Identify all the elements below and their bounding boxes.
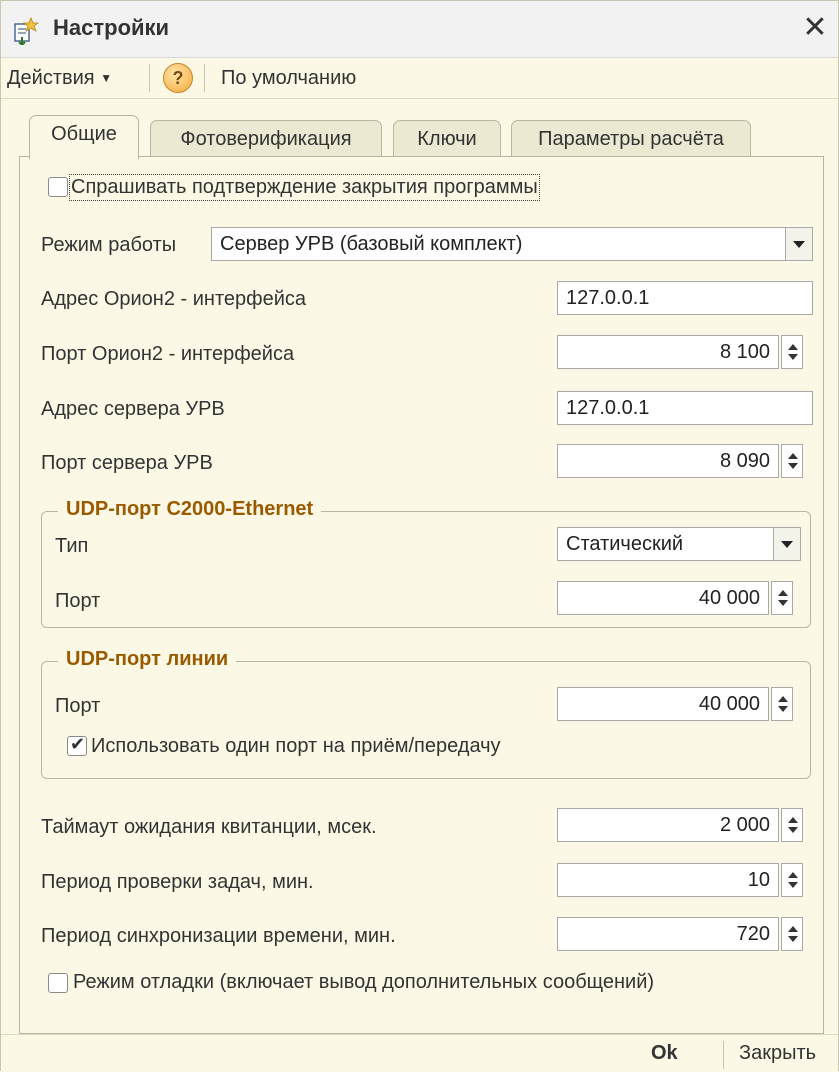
line-port-spinner[interactable] [771,687,793,721]
toolbar: Действия ▼ ? По умолчанию [1,58,838,99]
urv-address-label: Адрес сервера УРВ [41,398,225,420]
mode-select[interactable]: Сервер УРВ (базовый комплект) [211,227,787,261]
single-port-checkbox[interactable] [67,734,87,756]
tab-calc-params[interactable]: Параметры расчёта [511,120,751,156]
orion-address-label: Адрес Орион2 - интерфейса [41,288,306,310]
orion-port-label: Порт Орион2 - интерфейса [41,343,295,365]
toolbar-separator [149,64,150,92]
urv-address-input[interactable]: 127.0.0.1 [557,391,813,425]
close-button[interactable]: Закрыть [739,1035,816,1072]
settings-form-icon [14,16,40,45]
time-sync-label: Период синхронизации времени, мин. [41,925,396,947]
confirm-close-checkbox[interactable] [48,177,68,197]
mode-dropdown-button[interactable] [785,227,813,261]
debug-mode-label[interactable]: Режим отладки (включает вывод дополнител… [73,971,654,994]
actions-menu-button[interactable]: Действия ▼ [7,62,112,94]
ok-button[interactable]: Ok [651,1035,678,1072]
dialog-footer: Ok Закрыть [1,1034,838,1072]
c2000-type-dropdown-button[interactable] [773,527,801,561]
c2000-type-label: Тип [55,535,89,557]
udp-line-group-title: UDP-порт линии [58,648,237,671]
tab-keys[interactable]: Ключи [393,120,501,156]
settings-window: Настройки ✕ Действия ▼ ? По умолчанию Об… [0,0,839,1072]
time-sync-input[interactable]: 720 [557,917,779,951]
help-icon[interactable]: ? [163,63,193,93]
urv-port-label: Порт сервера УРВ [41,452,213,474]
actions-menu-label: Действия [7,67,95,89]
c2000-port-input[interactable]: 40 000 [557,581,769,615]
mode-label: Режим работы [41,234,177,256]
time-sync-spinner[interactable] [781,917,803,951]
orion-address-input[interactable]: 127.0.0.1 [557,281,813,315]
urv-port-input[interactable]: 8 090 [557,444,779,478]
line-port-input[interactable]: 40 000 [557,687,769,721]
ack-timeout-spinner[interactable] [781,808,803,842]
toolbar-separator [204,64,205,92]
close-window-button[interactable]: ✕ [800,11,830,45]
udp-c2000-group-title: UDP-порт С2000-Ethernet [58,498,322,521]
c2000-port-spinner[interactable] [771,581,793,615]
orion-port-input[interactable]: 8 100 [557,335,779,369]
urv-port-spinner[interactable] [781,444,803,478]
footer-separator [723,1041,724,1069]
tab-general[interactable]: Общие [29,115,139,159]
confirm-close-label[interactable]: Спрашивать подтверждение закрытия програ… [69,174,540,201]
orion-port-spinner[interactable] [781,335,803,369]
tab-photo-verification[interactable]: Фотоверификация [150,120,382,156]
c2000-port-label: Порт [55,590,101,612]
task-check-spinner[interactable] [781,863,803,897]
debug-mode-checkbox[interactable] [48,973,68,993]
ack-timeout-input[interactable]: 2 000 [557,808,779,842]
title-bar: Настройки ✕ [1,1,838,58]
default-button[interactable]: По умолчанию [221,62,356,94]
line-port-label: Порт [55,695,101,717]
c2000-type-select[interactable]: Статический [557,527,775,561]
task-check-label: Период проверки задач, мин. [41,871,314,893]
ack-timeout-label: Таймаут ожидания квитанции, мсек. [41,816,377,838]
task-check-input[interactable]: 10 [557,863,779,897]
single-port-label[interactable]: Использовать один порт на приём/передачу [91,735,501,758]
chevron-down-icon: ▼ [100,71,113,85]
window-title: Настройки [53,15,170,40]
